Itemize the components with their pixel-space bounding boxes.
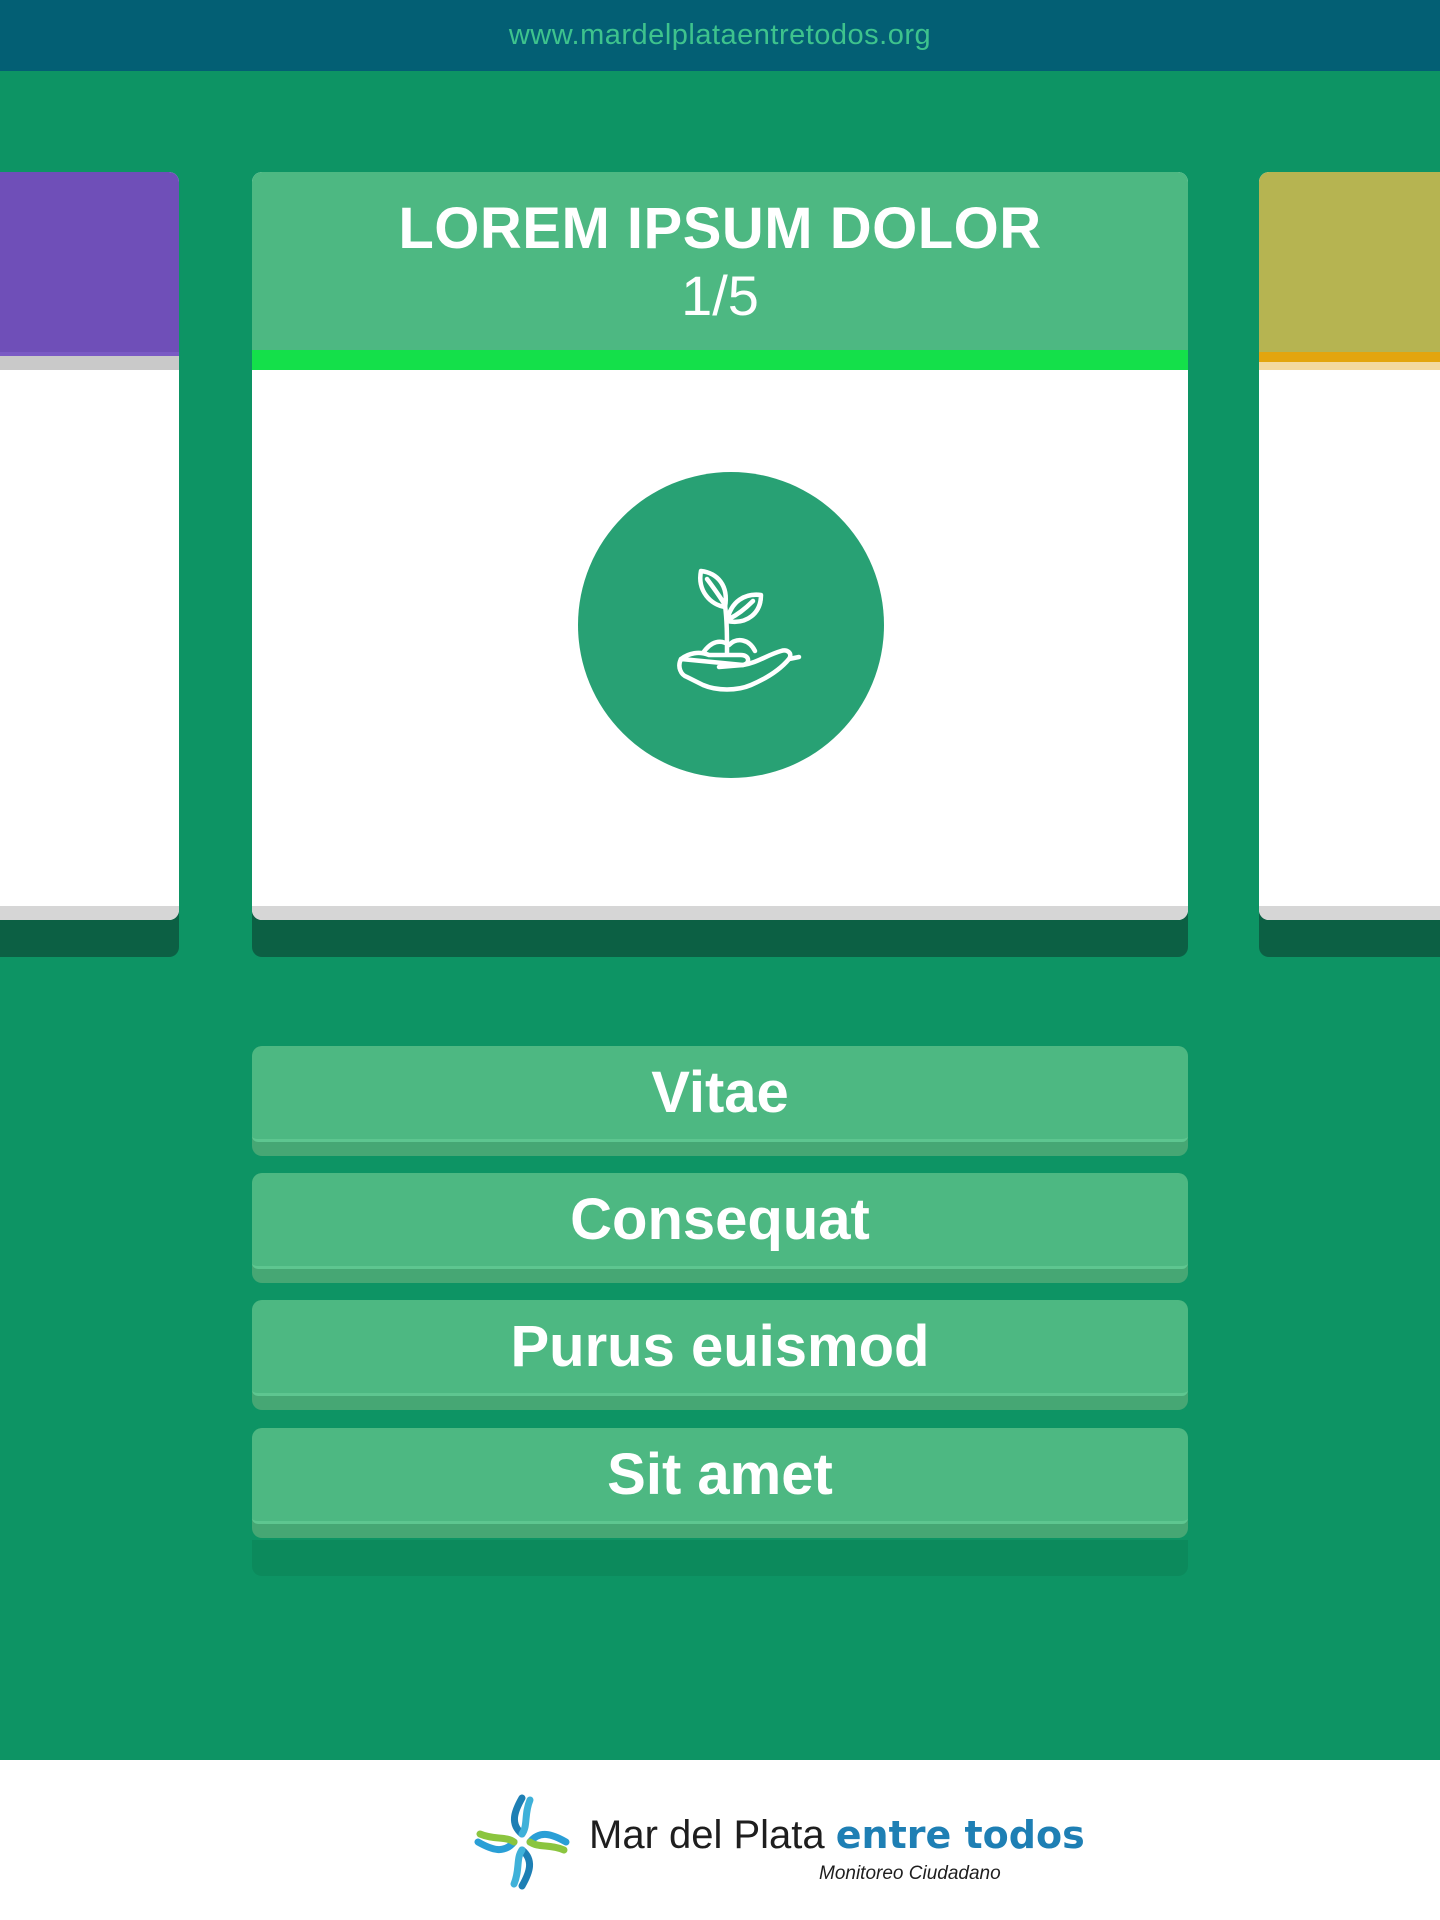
answer-label: Purus euismod: [510, 1313, 930, 1379]
question-title: LOREM IPSUM DOLOR: [398, 196, 1042, 261]
answer-button-1[interactable]: Vitae: [252, 1046, 1188, 1156]
answer-button-2[interactable]: Consequat: [252, 1173, 1188, 1283]
answer-label: Consequat: [570, 1186, 870, 1252]
next-card-stripe-light: [1259, 362, 1440, 370]
answers-shadow: [252, 1540, 1188, 1576]
next-card[interactable]: [1259, 172, 1440, 920]
progress-bar-fill: [252, 350, 1188, 358]
answer-button-3[interactable]: Purus euismod: [252, 1300, 1188, 1410]
logo-wordmark: Mar del Plata entre todos: [589, 1813, 1085, 1858]
answer-button-face[interactable]: Purus euismod: [252, 1300, 1188, 1396]
site-url[interactable]: www.mardelplataentretodos.org: [509, 19, 931, 52]
question-card-header: LOREM IPSUM DOLOR 1/5: [252, 172, 1188, 350]
logo-subtitle: Monitoreo Ciudadano: [819, 1863, 1001, 1884]
hand-plant-icon: [677, 568, 802, 692]
top-url-bar: www.mardelplataentretodos.org: [0, 0, 1440, 71]
logo-brand: entre todos: [835, 1813, 1085, 1857]
page: www.mardelplataentretodos.org LOREM IPSU…: [0, 0, 1440, 1920]
next-card-stripe: [1259, 352, 1440, 362]
logo-name: Mar del Plata: [589, 1813, 836, 1857]
next-card-header: [1259, 172, 1440, 352]
answer-label: Sit amet: [607, 1441, 833, 1507]
answer-label: Vitae: [651, 1059, 789, 1125]
progress-bar: [252, 350, 1188, 358]
answer-button-face[interactable]: Consequat: [252, 1173, 1188, 1269]
previous-card-divider: [0, 356, 179, 370]
progress-underline: [252, 358, 1188, 370]
answer-button-4[interactable]: Sit amet: [252, 1428, 1188, 1538]
answer-button-face[interactable]: Vitae: [252, 1046, 1188, 1142]
topic-icon-circle: [578, 472, 884, 778]
answer-button-face[interactable]: Sit amet: [252, 1428, 1188, 1524]
question-card-edge: [252, 906, 1188, 920]
footer: Mar del Plata entre todos Monitoreo Ciud…: [0, 1760, 1440, 1920]
next-card-edge: [1259, 906, 1440, 920]
question-counter: 1/5: [681, 264, 759, 327]
star-cross-logo-icon: [474, 1794, 570, 1890]
previous-card-edge: [0, 906, 179, 920]
previous-card-header: [0, 172, 179, 352]
previous-card[interactable]: [0, 172, 179, 920]
